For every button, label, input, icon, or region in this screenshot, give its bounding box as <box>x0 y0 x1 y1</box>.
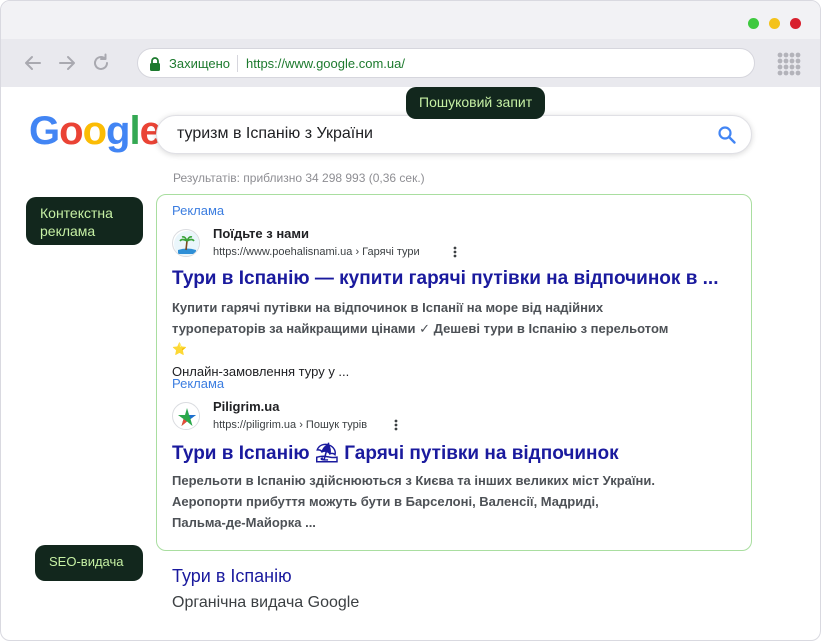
logo-letter: l <box>129 109 140 153</box>
maximize-dot[interactable] <box>748 18 759 29</box>
ad-description-line: туроператорів за найкращими цінами ✓ Деш… <box>172 321 669 336</box>
close-dot[interactable] <box>790 18 801 29</box>
ad-label: Реклама <box>172 376 225 391</box>
ad-label: Реклама <box>172 203 225 218</box>
google-logo[interactable]: Google <box>29 109 162 153</box>
browser-window: Захищено https://www.google.com.ua/ Goog… <box>0 0 821 641</box>
site-favicon-palm-icon <box>172 229 200 257</box>
logo-letter: g <box>106 109 130 153</box>
lock-icon <box>150 57 160 71</box>
ad-title-link[interactable]: Тури в Іспанію — купити гарячі путівки н… <box>172 268 719 290</box>
address-bar[interactable]: Захищено https://www.google.com.ua/ <box>137 48 755 78</box>
forward-arrow-icon[interactable] <box>56 52 78 74</box>
browser-toolbar: Захищено https://www.google.com.ua/ <box>1 39 820 87</box>
url-divider <box>237 55 238 72</box>
ad-description-line: Купити гарячі путівки на відпочинок в Іс… <box>172 300 604 315</box>
context-ads-annotation-tag: Контекстна реклама <box>26 197 143 245</box>
site-url[interactable]: https://www.poehalisnami.ua › Гарячі тур… <box>213 246 420 258</box>
ad-description-line: Пальма-де-Майорка ... <box>172 515 316 530</box>
logo-letter: G <box>29 109 60 153</box>
minimize-dot[interactable] <box>769 18 780 29</box>
site-url[interactable]: https://piligrim.ua › Пошук турів <box>213 419 367 431</box>
site-favicon-star-icon <box>172 402 200 430</box>
star-emoji: ⭐ <box>172 342 187 356</box>
more-options-icon[interactable] <box>394 419 398 431</box>
title-bar <box>1 1 820 39</box>
search-input[interactable]: туризм в Іспанію з України <box>156 115 752 154</box>
organic-result-description: Органічна видача Google <box>172 594 360 611</box>
search-query-text[interactable]: туризм в Іспанію з України <box>177 125 373 143</box>
seo-annotation-tag: SEO-видача <box>35 545 143 581</box>
more-options-icon[interactable] <box>453 246 457 258</box>
ad-description-line: Перельоти в Іспанію здійснюються з Києва… <box>172 473 655 488</box>
context-tag-line: реклама <box>40 222 96 239</box>
results-stats: Результатів: приблизно 34 298 993 (0,36 … <box>173 171 425 185</box>
apps-grid-icon[interactable] <box>777 52 801 76</box>
reload-icon[interactable] <box>90 52 112 74</box>
logo-letter: o <box>59 109 83 153</box>
url-text[interactable]: https://www.google.com.ua/ <box>246 56 405 71</box>
search-icon[interactable] <box>717 125 737 145</box>
secure-label: Захищено <box>169 56 231 71</box>
ad-title-link[interactable]: Тури в Іспанію ⛱ Гарячі путівки на відпо… <box>172 441 619 465</box>
context-tag-line: Контекстна <box>40 205 113 221</box>
logo-letter: o <box>82 109 107 153</box>
site-name[interactable]: Поїдьте з нами <box>213 226 309 241</box>
query-annotation-tag: Пошуковий запит <box>406 87 546 119</box>
ad-description-line: Аеропорти прибуття можуть бути в Барсело… <box>172 494 599 509</box>
organic-result-title-link[interactable]: Тури в Іспанію <box>172 566 292 587</box>
site-name[interactable]: Piligrim.ua <box>213 399 279 414</box>
back-arrow-icon[interactable] <box>22 52 44 74</box>
